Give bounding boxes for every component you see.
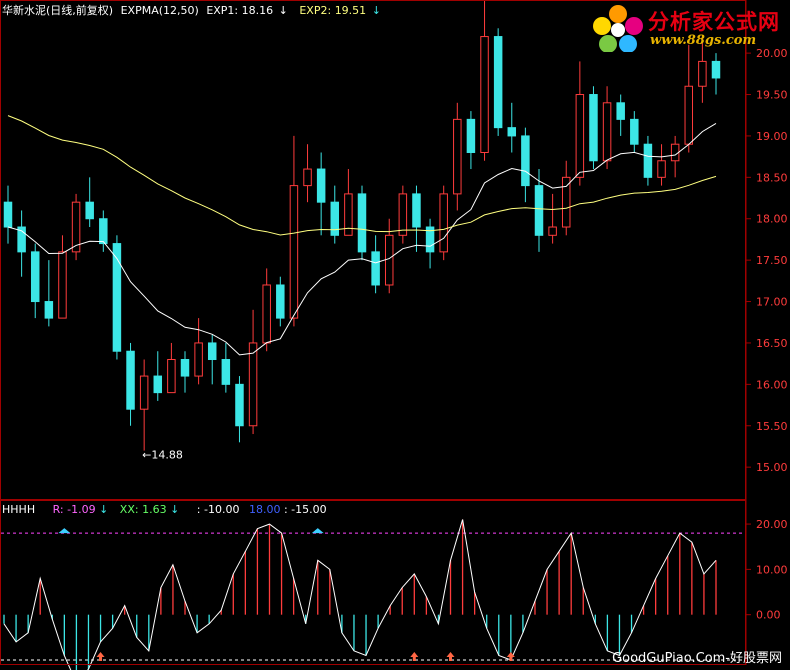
candle-body bbox=[99, 218, 108, 245]
indicator-name: EXPMA(12,50) bbox=[120, 4, 199, 17]
candle-body bbox=[289, 185, 299, 319]
exp1-arrow-icon: ↓ bbox=[278, 4, 288, 17]
site-logo: 分析家公式网 www.88gs.com bbox=[590, 4, 788, 52]
low-annotation: ←14.88 bbox=[142, 449, 183, 462]
logo-url: www.88gs.com bbox=[650, 33, 757, 48]
candle-body bbox=[58, 251, 67, 319]
price-tick-label: 18.00 bbox=[756, 213, 788, 226]
price-tick-label: 16.50 bbox=[756, 337, 788, 350]
candle-body bbox=[126, 350, 135, 410]
exp1-value: 18.16 bbox=[241, 4, 274, 17]
candle-body bbox=[521, 135, 530, 187]
xx-label: XX: bbox=[119, 503, 139, 516]
exp1-label: EXP1: bbox=[206, 4, 239, 17]
c3-value: : -15.00 bbox=[283, 503, 327, 516]
candle-body bbox=[248, 342, 258, 427]
candle-body bbox=[262, 284, 271, 344]
price-tick-label: 15.00 bbox=[756, 461, 788, 474]
candle-body bbox=[643, 143, 653, 178]
candle-body bbox=[698, 60, 707, 87]
flower-logo-icon bbox=[593, 5, 643, 52]
candle-body bbox=[711, 60, 721, 79]
r-label: R: bbox=[52, 503, 64, 516]
sell-marker-icon bbox=[311, 528, 324, 534]
candle-body bbox=[589, 94, 598, 162]
candle-body bbox=[548, 226, 557, 236]
price-tick-label: 19.00 bbox=[756, 130, 788, 143]
candle-body bbox=[276, 284, 285, 319]
xx-arrow-icon: ↓ bbox=[170, 503, 180, 516]
price-tick-label: 18.50 bbox=[756, 171, 788, 184]
candle-body bbox=[561, 176, 571, 228]
logo-text: 分析家公式网 bbox=[648, 10, 780, 34]
candle-body bbox=[480, 36, 489, 153]
candle-body bbox=[616, 102, 625, 120]
stock-title: 华新水泥(日线,前复权) bbox=[2, 4, 114, 17]
candle-body bbox=[575, 94, 585, 178]
indicator-title: HHHH bbox=[2, 503, 36, 516]
candle-body bbox=[30, 251, 40, 303]
candle-body bbox=[398, 193, 408, 236]
candle-body bbox=[412, 193, 421, 228]
candle-body bbox=[630, 118, 639, 145]
r-value: -1.09 bbox=[67, 503, 96, 516]
candle-body bbox=[493, 36, 503, 129]
indicator-header: HHHH R: -1.09 ↓ XX: 1.63 ↓ : -10.00 18.0… bbox=[2, 503, 327, 516]
indicator-line bbox=[3, 519, 717, 670]
candle-body bbox=[684, 85, 694, 145]
price-tick-label: 15.50 bbox=[756, 420, 788, 433]
sell-marker-icon bbox=[58, 528, 71, 534]
candle-body bbox=[207, 342, 217, 361]
price-tick-label: 19.50 bbox=[756, 89, 788, 102]
candle-body bbox=[439, 193, 448, 253]
candle-body bbox=[507, 127, 517, 137]
candle-body bbox=[235, 383, 244, 427]
exp2-arrow-icon: ↓ bbox=[371, 4, 381, 17]
watermark: GoodGuPiao.Com-好股票网 bbox=[612, 651, 782, 666]
candle-body bbox=[602, 102, 612, 162]
price-tick-label: 16.00 bbox=[756, 378, 788, 391]
exp2-value: 19.51 bbox=[334, 4, 367, 17]
candle-body bbox=[85, 201, 94, 220]
xx-value: 1.63 bbox=[142, 503, 167, 516]
c2-value: 18.00 bbox=[248, 503, 281, 516]
c1-value: : -10.00 bbox=[196, 503, 240, 516]
candle-body bbox=[534, 185, 544, 236]
candle-body bbox=[139, 375, 149, 410]
indicator-tick-label: 0.00 bbox=[756, 609, 781, 622]
candle-body bbox=[303, 168, 312, 187]
indicator-tick-label: 20.00 bbox=[756, 518, 788, 531]
candle-body bbox=[330, 201, 340, 236]
price-panel: 20.0019.5019.0018.5018.0017.5017.0016.50… bbox=[3, 0, 788, 474]
candle-body bbox=[3, 201, 13, 228]
indicator-tick-label: 10.00 bbox=[756, 563, 788, 576]
candle-body bbox=[466, 118, 476, 153]
candle-body bbox=[44, 301, 54, 319]
candle-body bbox=[384, 234, 394, 286]
candle-body bbox=[153, 375, 163, 394]
candle-body bbox=[316, 168, 326, 203]
chart-header: 华新水泥(日线,前复权) EXPMA(12,50) EXP1: 18.16 ↓ … bbox=[2, 2, 381, 18]
price-tick-label: 17.50 bbox=[756, 254, 788, 267]
candle-body bbox=[453, 118, 462, 195]
price-tick-label: 17.00 bbox=[756, 296, 788, 309]
candle-body bbox=[194, 342, 203, 377]
candle-body bbox=[657, 160, 666, 178]
candle-body bbox=[344, 193, 353, 236]
candle-body bbox=[357, 193, 367, 253]
candle-body bbox=[221, 359, 231, 385]
price-frame bbox=[0, 0, 746, 500]
r-arrow-icon: ↓ bbox=[99, 503, 109, 516]
candle-body bbox=[180, 359, 190, 377]
exp2-label: EXP2: bbox=[299, 4, 332, 17]
candle-body bbox=[112, 243, 122, 352]
candle-body bbox=[371, 251, 380, 286]
stock-chart: 20.00 19.50 19.00 18.50 18.00 17.50 17.00 16.50… bbox=[0, 0, 788, 670]
candle-body bbox=[167, 359, 176, 394]
